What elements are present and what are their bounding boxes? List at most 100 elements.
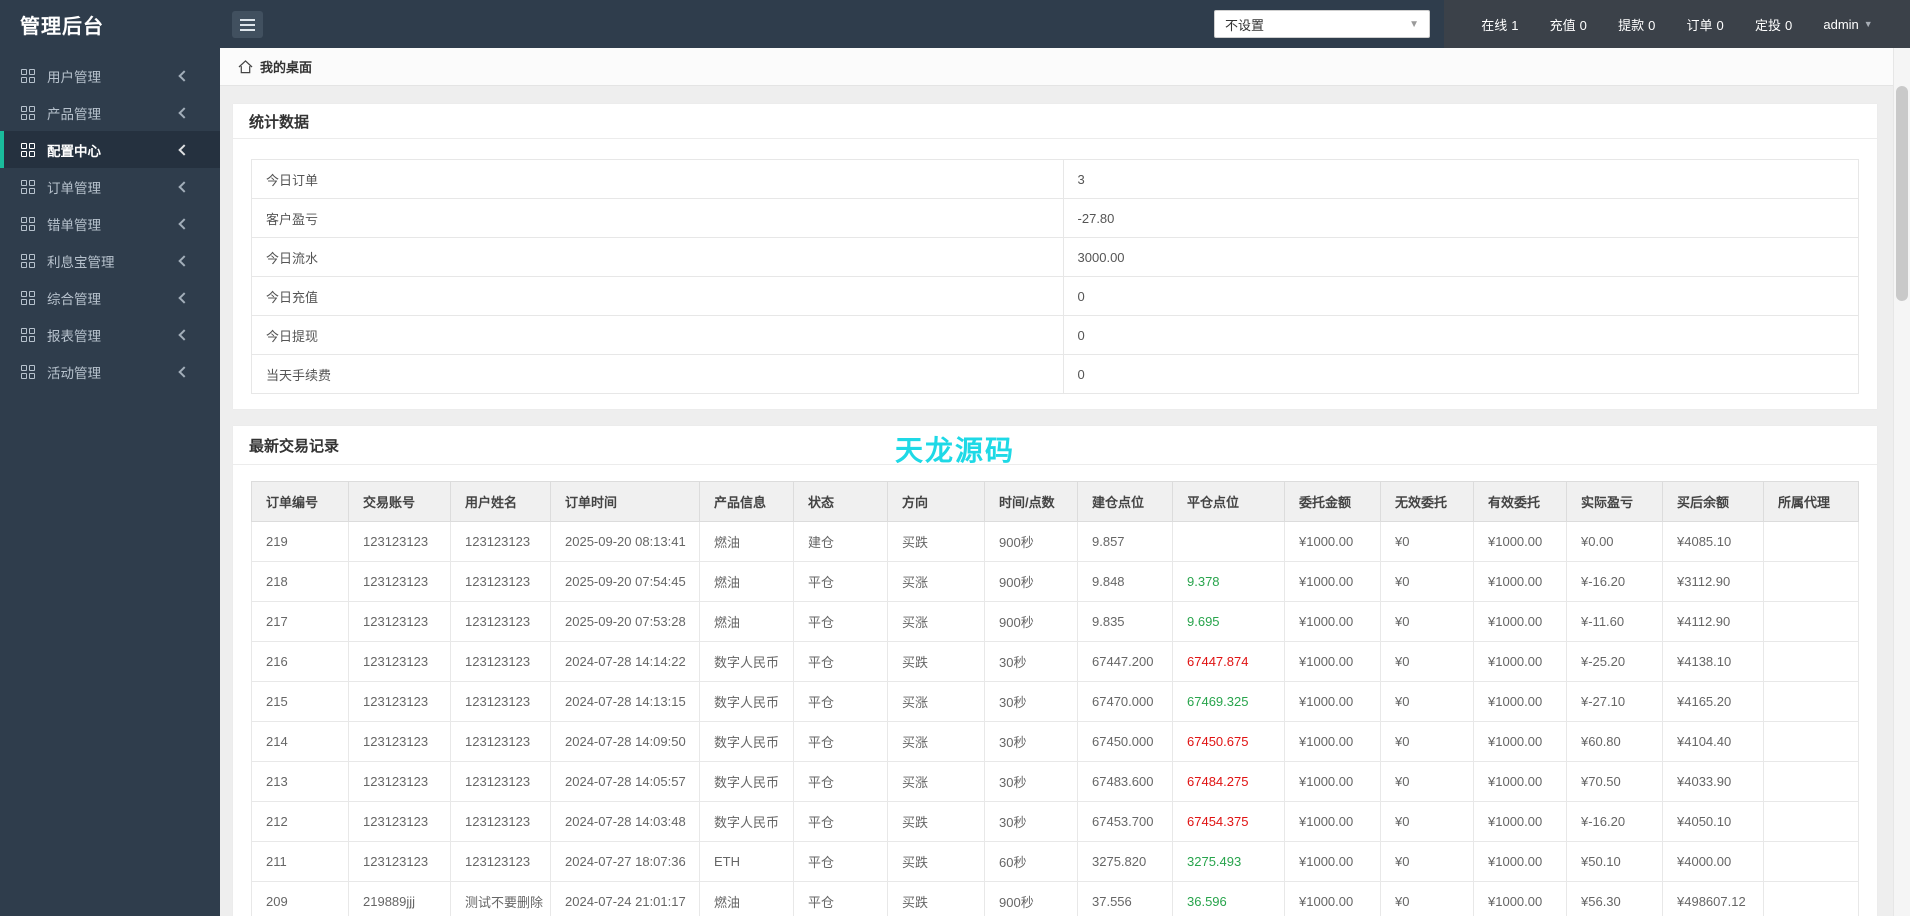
topbar-stat-link[interactable]: 提款 0 [1618, 15, 1655, 34]
trade-open-price: 3275.820 [1077, 841, 1173, 882]
sidebar-item[interactable]: 利息宝管理 [0, 242, 220, 279]
sidebar-item-label: 用户管理 [47, 69, 101, 85]
trade-agent [1763, 881, 1859, 916]
trade-row: 216 123123123 123123123 2024-07-28 14:14… [251, 641, 1859, 682]
sidebar-item[interactable]: 产品管理 [0, 94, 220, 131]
trade-pnl: ¥-25.20 [1566, 641, 1663, 682]
trade-direction: 买跌 [887, 641, 985, 682]
trade-username: 123123123 [450, 761, 551, 802]
trade-username: 123123123 [450, 601, 551, 642]
username: admin [1823, 16, 1859, 32]
topbar-stat-link[interactable]: 定投 0 [1755, 15, 1792, 34]
trade-status: 平仓 [793, 601, 888, 642]
trade-balance: ¥4085.10 [1662, 521, 1764, 562]
sidebar-item[interactable]: 配置中心 [0, 131, 220, 168]
trades-column-header: 方向 [887, 481, 985, 522]
stats-row-value: 3 [1062, 159, 1860, 199]
trade-time: 2025-09-20 08:13:41 [550, 521, 700, 562]
trade-balance: ¥3112.90 [1662, 561, 1764, 602]
sidebar-item[interactable]: 综合管理 [0, 279, 220, 316]
grid-icon [21, 253, 35, 268]
trade-order-no: 218 [251, 561, 349, 602]
trade-agent [1763, 761, 1859, 802]
trade-row: 212 123123123 123123123 2024-07-28 14:03… [251, 801, 1859, 842]
trade-agent [1763, 641, 1859, 682]
sidebar-item[interactable]: 用户管理 [0, 57, 220, 94]
sidebar-item[interactable]: 订单管理 [0, 168, 220, 205]
chevron-left-icon [178, 106, 190, 119]
trades-column-header: 委托金额 [1284, 481, 1381, 522]
trade-amount: ¥1000.00 [1284, 601, 1381, 642]
topbar-stat-value: 0 [1579, 17, 1587, 33]
trade-account: 123123123 [348, 681, 451, 722]
trades-column-header: 产品信息 [699, 481, 794, 522]
trade-invalid-amount: ¥0 [1380, 841, 1474, 882]
trade-username: 123123123 [450, 641, 551, 682]
breadcrumb[interactable]: 我的桌面 [238, 57, 312, 76]
trade-account: 123123123 [348, 601, 451, 642]
stats-row-label: 今日充值 [251, 276, 1064, 316]
topbar-stat-label: 提款 [1618, 17, 1645, 33]
trade-invalid-amount: ¥0 [1380, 601, 1474, 642]
sidebar-item[interactable]: 活动管理 [0, 353, 220, 390]
chevron-left-icon [178, 328, 190, 341]
trade-open-price: 67453.700 [1077, 801, 1173, 842]
stats-row: 当天手续费 0 [251, 354, 1860, 394]
trade-product: 燃油 [699, 601, 794, 642]
filter-select[interactable]: 不设置 ▼ [1214, 10, 1430, 38]
trade-open-price: 9.857 [1077, 521, 1173, 562]
trades-column-header: 无效委托 [1380, 481, 1474, 522]
stats-row-value: -27.80 [1062, 198, 1860, 238]
main-content: 统计数据 今日订单 3 客户盈亏 -27.80 今日流水 3000.00 今日充… [220, 86, 1910, 916]
page-scrollbar [1893, 48, 1910, 916]
stats-row-label: 客户盈亏 [251, 198, 1064, 238]
trade-duration: 900秒 [984, 881, 1078, 916]
trade-username: 123123123 [450, 681, 551, 722]
trade-account: 123123123 [348, 641, 451, 682]
topbar-stat-label: 在线 [1481, 17, 1508, 33]
sidebar-toggle-button[interactable] [232, 11, 263, 38]
trade-direction: 买跌 [887, 521, 985, 562]
trade-agent [1763, 601, 1859, 642]
sidebar-item[interactable]: 错单管理 [0, 205, 220, 242]
topbar-stat-value: 0 [1784, 17, 1793, 33]
stats-row-label: 今日订单 [251, 159, 1064, 199]
trade-username: 123123123 [450, 841, 551, 882]
trades-column-header: 建仓点位 [1077, 481, 1173, 522]
topbar-stat-link[interactable]: 在线 1 [1481, 15, 1518, 34]
trades-panel-title: 最新交易记录 [233, 426, 1877, 465]
trade-product: 数字人民币 [699, 761, 794, 802]
trade-close-price: 36.596 [1172, 881, 1285, 916]
trade-username: 测试不要删除 [450, 881, 551, 916]
grid-icon [21, 179, 35, 194]
user-menu[interactable]: admin ▼ [1823, 17, 1872, 32]
trade-balance: ¥4033.90 [1662, 761, 1764, 802]
trades-column-header: 状态 [793, 481, 888, 522]
topbar: 不设置 ▼ 在线 1 充值 0 提款 0 订单 0 定投 0 admin ▼ [220, 0, 1910, 48]
stats-row: 今日充值 0 [251, 276, 1860, 316]
trade-time: 2024-07-28 14:09:50 [550, 721, 700, 762]
trade-account: 123123123 [348, 801, 451, 842]
stats-row: 今日提现 0 [251, 315, 1860, 355]
stats-row-value: 0 [1062, 315, 1860, 355]
trade-valid-amount: ¥1000.00 [1473, 721, 1567, 762]
chevron-left-icon [178, 180, 190, 193]
trade-product: 燃油 [699, 881, 794, 916]
trades-column-header: 实际盈亏 [1566, 481, 1663, 522]
grid-icon [21, 216, 35, 231]
grid-icon [21, 68, 35, 83]
trade-order-no: 214 [251, 721, 349, 762]
sidebar-item[interactable]: 报表管理 [0, 316, 220, 353]
topbar-stat-link[interactable]: 充值 0 [1550, 15, 1587, 34]
chevron-down-icon: ▼ [1409, 18, 1419, 30]
sidebar-item-label: 利息宝管理 [47, 254, 115, 270]
trade-invalid-amount: ¥0 [1380, 761, 1474, 802]
sidebar-nav: 用户管理 产品管理 配置中心 订单管理 错单管理 利息宝管理 综合管理 报表管理… [0, 57, 220, 390]
trade-balance: ¥4112.90 [1662, 601, 1764, 642]
chevron-left-icon [178, 217, 190, 230]
trade-product: 数字人民币 [699, 721, 794, 762]
trade-balance: ¥4000.00 [1662, 841, 1764, 882]
topbar-stat-link[interactable]: 订单 0 [1687, 15, 1724, 34]
trade-status: 平仓 [793, 881, 888, 916]
scrollbar-thumb[interactable] [1896, 86, 1908, 301]
